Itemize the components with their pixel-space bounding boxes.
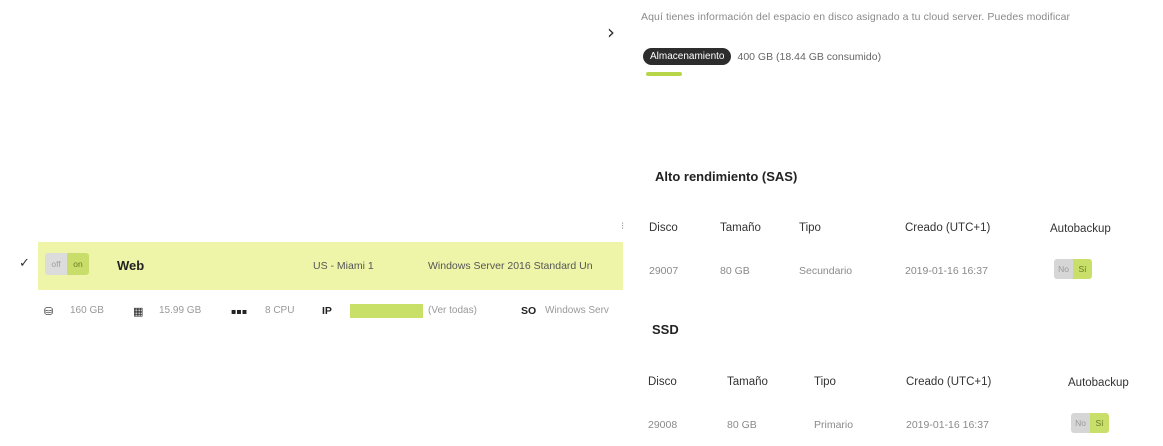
col-header-created: Creado (UTC+1) bbox=[906, 376, 992, 388]
col-header-autobackup: Autobackup bbox=[1050, 223, 1111, 235]
server-cpu: 8 CPU bbox=[265, 305, 295, 316]
disk-size: 80 GB bbox=[727, 419, 757, 431]
server-ram: 15.99 GB bbox=[159, 305, 202, 316]
disk-id: 29007 bbox=[649, 265, 679, 277]
col-header-size: Tamaño bbox=[720, 222, 761, 234]
disk-type: Primario bbox=[814, 419, 854, 431]
power-off-label: off bbox=[45, 253, 67, 275]
col-header-created: Creado (UTC+1) bbox=[905, 222, 991, 234]
check-icon[interactable]: ✓ bbox=[19, 256, 30, 271]
divider-dot: ⁝ bbox=[621, 221, 625, 232]
cpu-icon: ▪▪▪ bbox=[231, 307, 248, 316]
section-title-sas: Alto rendimiento (SAS) bbox=[655, 169, 798, 184]
server-name[interactable]: Web bbox=[117, 258, 144, 273]
storage-usage-bar bbox=[646, 72, 682, 76]
disk-created: 2019-01-16 16:37 bbox=[905, 265, 988, 277]
server-location: US - Miami 1 bbox=[313, 260, 374, 272]
chevron-right-icon[interactable]: › bbox=[607, 20, 615, 44]
toggle-on-label: Sí bbox=[1090, 413, 1109, 433]
ip-label: IP bbox=[322, 305, 332, 317]
so-value: Windows Serv bbox=[545, 305, 609, 316]
autobackup-toggle[interactable]: No Sí bbox=[1054, 259, 1092, 279]
ip-value-highlight bbox=[350, 304, 423, 318]
storage-summary: Almacenamiento 400 GB (18.44 GB consumid… bbox=[643, 48, 881, 65]
storage-value: 400 GB (18.44 GB consumido) bbox=[737, 50, 882, 63]
col-header-autobackup: Autobackup bbox=[1068, 377, 1129, 389]
power-toggle[interactable]: off on bbox=[45, 253, 89, 275]
storage-badge: Almacenamiento bbox=[643, 48, 732, 65]
col-header-disk: Disco bbox=[649, 222, 678, 234]
storage-info-text: Aquí tienes información del espacio en d… bbox=[641, 11, 1071, 23]
col-header-disk: Disco bbox=[648, 376, 677, 388]
col-header-type: Tipo bbox=[814, 376, 836, 388]
toggle-on-label: Sí bbox=[1073, 259, 1092, 279]
server-os: Windows Server 2016 Standard Un bbox=[428, 260, 593, 272]
server-disk: 160 GB bbox=[70, 305, 104, 316]
disk-created: 2019-01-16 16:37 bbox=[906, 419, 989, 431]
disk-icon: ⛁ bbox=[44, 305, 54, 318]
autobackup-toggle[interactable]: No Sí bbox=[1071, 413, 1109, 433]
col-header-size: Tamaño bbox=[727, 376, 768, 388]
toggle-off-label: No bbox=[1071, 413, 1090, 433]
disk-size: 80 GB bbox=[720, 265, 750, 277]
power-on-label: on bbox=[67, 253, 89, 275]
toggle-off-label: No bbox=[1054, 259, 1073, 279]
col-header-type: Tipo bbox=[799, 222, 821, 234]
section-title-ssd: SSD bbox=[652, 322, 679, 337]
disk-type: Secundario bbox=[799, 265, 853, 277]
disk-id: 29008 bbox=[648, 419, 678, 431]
ip-view-all-link[interactable]: (Ver todas) bbox=[428, 305, 477, 316]
so-label: SO bbox=[521, 305, 537, 317]
memory-icon: ▦ bbox=[133, 305, 144, 318]
